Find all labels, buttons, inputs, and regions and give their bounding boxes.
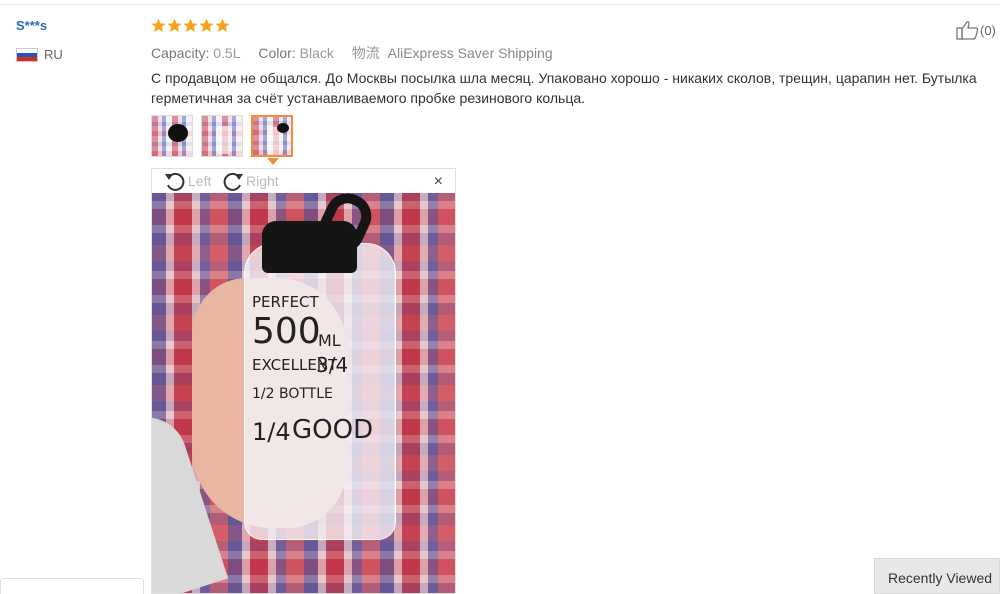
top-divider [0, 4, 1000, 5]
photo-thumbnail-selected[interactable] [251, 115, 293, 157]
rotate-left-button[interactable]: Left [164, 171, 211, 191]
star-icon [215, 18, 230, 32]
country-code: RU [44, 47, 63, 62]
attribute-value: 0.5L [213, 45, 241, 61]
logistics-icon: 物流 [351, 45, 380, 61]
star-icon [167, 18, 182, 32]
viewer-toolbar: Left Right × [152, 169, 455, 193]
rotate-right-icon [223, 172, 243, 191]
attribute-value: Black [299, 45, 334, 61]
shipping-method: AliExpress Saver Shipping [387, 45, 553, 61]
star-icon [183, 18, 198, 32]
selected-thumbnail-caret [267, 158, 279, 165]
review-photo: PERFECT 500 ML EXCELLENT 3/4 1/2 BOTTLE … [152, 193, 455, 593]
attribute-key: Capacity: [151, 45, 210, 61]
bottle-cap [262, 221, 357, 273]
bottle-print: ML [318, 331, 341, 350]
close-icon[interactable]: × [434, 173, 443, 191]
rotate-left-label: Left [188, 173, 212, 189]
review-attributes: Capacity: 0.5L Color: Black 物流 AliExpres… [151, 43, 553, 63]
bottle-print: 1/2 BOTTLE [252, 386, 333, 402]
reviewer-country: RU [16, 47, 63, 62]
russia-flag-icon [16, 47, 38, 62]
star-icon [199, 18, 214, 32]
bottle-print: 500 [252, 311, 321, 352]
recently-viewed-tab[interactable]: Recently Viewed [874, 558, 1000, 594]
rating-stars [151, 18, 231, 33]
rotate-left-icon [165, 172, 185, 191]
attribute-key: Color: [258, 45, 296, 61]
photo-viewer: Left Right × PERFECT 500 ML EXCELLENT 3/… [151, 168, 456, 594]
review-text: С продавцом не общался. До Москвы посылк… [151, 70, 977, 106]
reviewer-name[interactable]: S***s [16, 18, 47, 33]
rotate-right-button[interactable]: Right [222, 171, 279, 191]
photo-thumbnail[interactable] [151, 115, 193, 157]
helpful-button[interactable]: (0) [956, 20, 996, 40]
bottle-print: PERFECT [252, 293, 319, 311]
side-panel-edge [0, 578, 144, 594]
photo-thumbnails [151, 115, 301, 157]
rotate-right-label: Right [246, 173, 279, 189]
reviewer-info: S***s [16, 18, 47, 33]
thumbs-up-icon [956, 21, 979, 40]
bottle-print: 1/4 [252, 418, 291, 446]
helpful-count: (0) [980, 22, 996, 38]
bottle-print: GOOD [292, 415, 374, 445]
bottle-print: 3/4 [316, 353, 349, 377]
photo-thumbnail[interactable] [201, 115, 243, 157]
star-icon [151, 18, 166, 32]
